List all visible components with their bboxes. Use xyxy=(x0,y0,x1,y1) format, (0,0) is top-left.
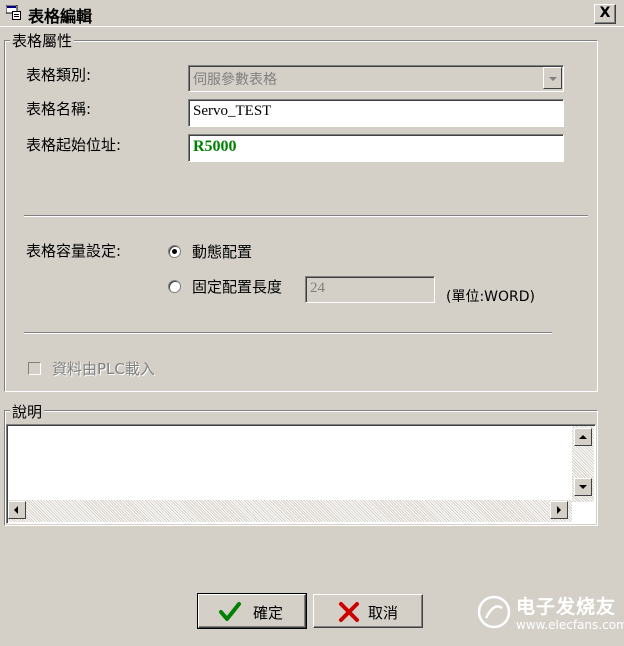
table-name-input[interactable]: Servo_TEST xyxy=(188,99,564,127)
chevron-down-icon[interactable] xyxy=(543,67,562,89)
watermark-title: 电子发烧友 xyxy=(516,596,617,618)
scroll-right-icon[interactable] xyxy=(550,501,568,519)
cancel-button[interactable]: 取消 xyxy=(313,594,423,628)
radio-selected-dot xyxy=(172,249,177,254)
table-type-combobox[interactable]: 伺服參數表格 xyxy=(188,65,564,92)
fixed-length-input[interactable]: 24 xyxy=(305,276,435,303)
table-start-address-label: 表格起始位址: xyxy=(26,136,122,154)
load-from-plc-label[interactable]: 資料由PLC載入 xyxy=(52,358,155,379)
close-icon: X xyxy=(599,5,611,21)
elecfans-logo-icon xyxy=(476,594,512,634)
ok-button[interactable]: 確定 xyxy=(197,593,307,629)
separator-line xyxy=(24,215,588,217)
ok-button-label: 確定 xyxy=(253,604,284,622)
table-properties-group-label: 表格屬性 xyxy=(10,30,75,51)
cancel-button-label: 取消 xyxy=(368,604,399,622)
title-bar: 表格編輯 X xyxy=(0,0,624,27)
table-type-label: 表格類別: xyxy=(26,66,92,84)
checkmark-icon xyxy=(219,601,241,623)
window-title: 表格編輯 xyxy=(28,7,93,26)
scroll-up-icon[interactable] xyxy=(574,428,592,446)
scroll-down-icon[interactable] xyxy=(574,478,592,496)
table-start-address-value: R5000 xyxy=(193,138,237,155)
horizontal-scrollbar-track[interactable] xyxy=(8,500,572,522)
cross-icon xyxy=(338,601,360,623)
dynamic-allocation-radio[interactable] xyxy=(168,245,181,258)
fixed-length-radio[interactable] xyxy=(168,280,181,293)
close-button[interactable]: X xyxy=(594,4,616,24)
dynamic-allocation-label[interactable]: 動態配置 xyxy=(192,241,252,262)
table-edit-app-icon xyxy=(5,4,22,21)
elecfans-watermark: 电子发烧友 www.elecfans.com xyxy=(476,590,624,640)
unit-label: (單位:WORD) xyxy=(446,289,536,305)
load-from-plc-checkbox[interactable] xyxy=(28,362,41,375)
table-start-address-input[interactable]: R5000 xyxy=(188,134,564,162)
table-capacity-label: 表格容量設定: xyxy=(26,242,122,260)
watermark-url: www.elecfans.com xyxy=(516,618,624,632)
table-type-value: 伺服參數表格 xyxy=(193,72,277,88)
table-name-label: 表格名稱: xyxy=(26,100,92,118)
fixed-length-label[interactable]: 固定配置長度 xyxy=(192,276,282,297)
description-group-label: 說明 xyxy=(10,401,45,422)
scroll-left-icon[interactable] xyxy=(8,501,26,519)
fixed-length-value: 24 xyxy=(310,280,325,296)
table-name-value: Servo_TEST xyxy=(193,103,272,119)
separator-line-2 xyxy=(24,332,552,334)
